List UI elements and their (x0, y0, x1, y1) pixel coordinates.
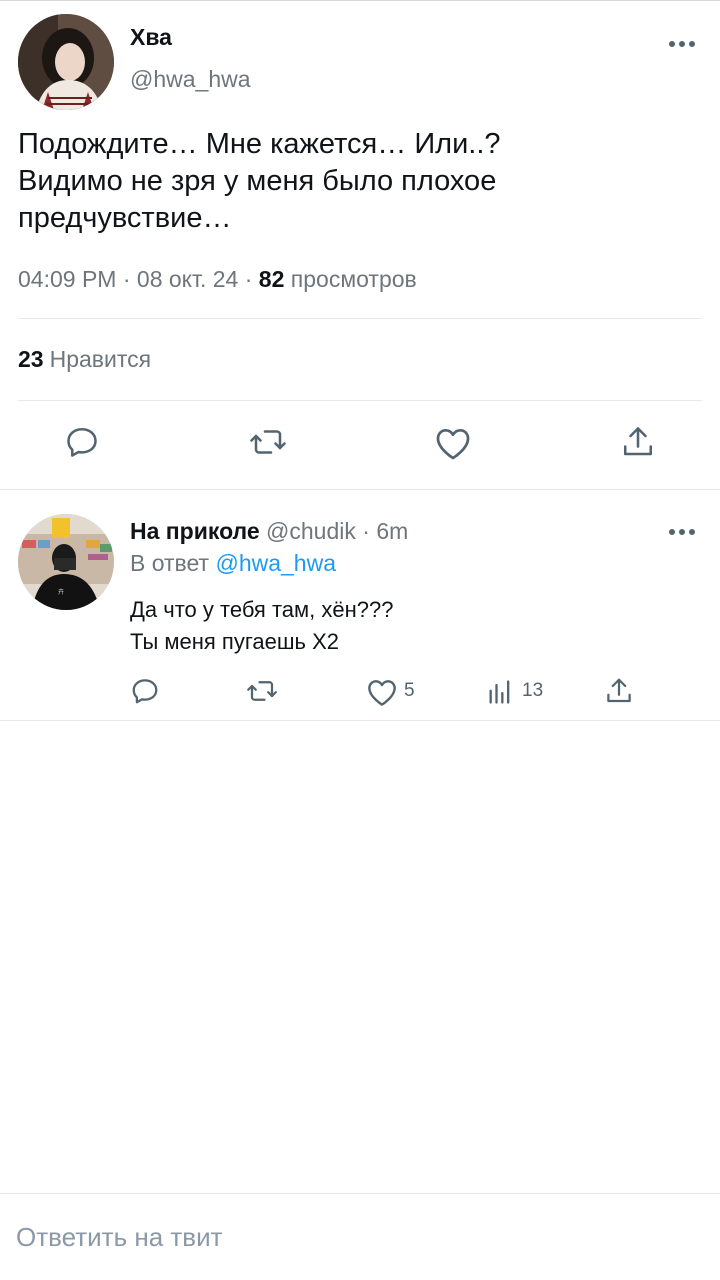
divider (18, 400, 702, 401)
reply-text: Да что у тебя там, хён??? Ты меня пугаеш… (130, 594, 393, 658)
more-icon[interactable] (664, 522, 700, 542)
likes-count: 23 (18, 346, 44, 372)
reply-icon[interactable] (130, 676, 160, 706)
meta-dot: · (362, 518, 370, 544)
reply-to-label: В ответ (130, 550, 210, 576)
tweet-text-line: Видимо не зря у меня было плохое (18, 165, 497, 197)
reply-text-line: Да что у тебя там, хён??? (130, 597, 394, 622)
views-count: 82 (258, 266, 285, 292)
share-icon[interactable] (604, 676, 634, 706)
reply-likes-count: 5 (404, 680, 415, 701)
tweet-thread-screen: Хва @hwa_hwa Подождите… Мне кажется… Или… (0, 0, 720, 1280)
divider (0, 1193, 720, 1194)
tweet-meta: 04:09 PM · 08 окт. 24 · 82 просмотров (18, 266, 417, 293)
reply-author-name[interactable]: На приколе (130, 518, 260, 544)
reply-compose-input[interactable]: Ответить на твит (16, 1222, 223, 1253)
likes-label: Нравится (49, 346, 152, 372)
like-icon[interactable] (366, 677, 398, 707)
likes-summary[interactable]: 23 Нравится (18, 346, 151, 373)
divider (18, 318, 702, 319)
author-handle[interactable]: @hwa_hwa (130, 66, 251, 93)
svg-text:卉: 卉 (58, 588, 64, 596)
views-label: просмотров (290, 266, 417, 292)
views-icon[interactable] (486, 678, 514, 706)
tweet-text: Подождите… Мне кажется… Или..? Видимо не… (18, 126, 698, 237)
retweet-icon[interactable] (245, 676, 279, 706)
reply-author-handle[interactable]: @chudik (266, 518, 356, 544)
author-name[interactable]: Хва (130, 24, 172, 51)
share-icon[interactable] (620, 424, 656, 460)
reply-icon[interactable] (64, 424, 100, 460)
like-icon[interactable] (434, 425, 472, 461)
reply-to-line: В ответ @hwa_hwa (130, 550, 336, 577)
reply-to-handle[interactable]: @hwa_hwa (215, 550, 336, 576)
reply-age: 6m (376, 518, 409, 544)
divider (0, 489, 720, 490)
reply-header: На приколе @chudik · 6m (130, 518, 408, 545)
reply-views-count: 13 (522, 680, 544, 701)
tweet-text-line: Подождите… Мне кажется… Или..? (18, 128, 501, 160)
author-avatar[interactable] (18, 14, 114, 110)
divider (0, 720, 720, 721)
reply-text-line: Ты меня пугаешь Х2 (130, 629, 339, 654)
meta-dot: · (244, 266, 253, 292)
more-icon[interactable] (664, 34, 700, 54)
tweet-text-line: предчувствие… (18, 202, 232, 234)
tweet-date: 08 окт. 24 (136, 266, 239, 292)
meta-dot: · (122, 266, 131, 292)
reply-author-avatar[interactable]: 卉 (18, 514, 114, 610)
retweet-icon[interactable] (248, 424, 288, 460)
top-divider (0, 0, 720, 1)
tweet-time: 04:09 PM (18, 266, 117, 292)
